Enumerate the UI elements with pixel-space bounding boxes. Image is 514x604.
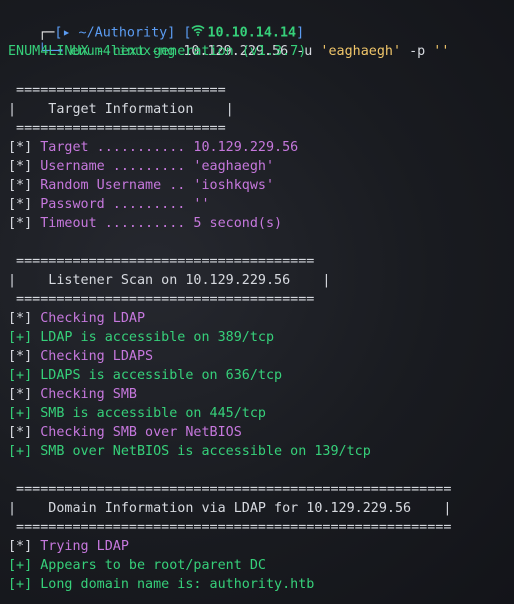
section-rule: ========================================…: [8, 482, 452, 497]
status-tag: [*]: [8, 197, 33, 212]
status-tag: [+]: [8, 558, 33, 573]
section-rule: =====================================: [8, 254, 315, 269]
info-value: 10.129.229.56: [185, 140, 299, 155]
scan-text: LDAP is accessible on 389/tcp: [32, 330, 275, 345]
scan-text: SMB over NetBIOS is accessible on 139/tc…: [32, 444, 371, 459]
status-tag: [+]: [8, 444, 33, 459]
info-label: Target ...........: [32, 140, 186, 155]
terminal-window[interactable]: ┌─[▸ ~/Authority] [10.10.14.14] └─╼ enum…: [0, 0, 514, 604]
scan-line: [+] LDAPS is accessible on 636/tcp: [8, 366, 282, 385]
domain-text: Long domain name is: authority.htb: [32, 577, 315, 592]
scan-line: [*] Checking LDAP: [8, 309, 145, 328]
scan-text: Checking LDAPS: [32, 349, 154, 364]
scan-text: Checking SMB: [32, 387, 137, 402]
info-value: '': [185, 197, 210, 212]
status-tag: [+]: [8, 368, 33, 383]
domain-line: [+] Appears to be root/parent DC: [8, 556, 266, 575]
status-tag: [*]: [8, 311, 33, 326]
info-label: Username .........: [32, 159, 186, 174]
scan-line: [+] SMB over NetBIOS is accessible on 13…: [8, 442, 371, 461]
status-tag: [*]: [8, 216, 33, 231]
info-value: 'eaghaegh': [185, 159, 275, 174]
domain-text: Trying LDAP: [32, 539, 129, 554]
status-tag: [+]: [8, 406, 33, 421]
info-label: Timeout ..........: [32, 216, 186, 231]
status-tag: [*]: [8, 539, 33, 554]
scan-line: [+] LDAP is accessible on 389/tcp: [8, 328, 274, 347]
scan-line: [+] SMB is accessible on 445/tcp: [8, 404, 266, 423]
section-rule: ========================================…: [8, 520, 452, 535]
status-tag: [*]: [8, 387, 33, 402]
scan-text: SMB is accessible on 445/tcp: [32, 406, 266, 421]
info-label: Random Username ..: [32, 178, 186, 193]
status-tag: [*]: [8, 425, 33, 440]
status-tag: [*]: [8, 349, 33, 364]
section-title: | Listener Scan on 10.129.229.56 |: [8, 273, 331, 288]
section-rule: =====================================: [8, 292, 315, 307]
domain-line: [+] Long domain name is: authority.htb: [8, 575, 314, 594]
section-title: | Target Information |: [8, 102, 234, 117]
command-line: └─╼ enum4linux-ng 10.129.229.56 -u 'eagh…: [6, 23, 449, 59]
info-label: Password .........: [32, 197, 186, 212]
command-flag: -p: [401, 44, 426, 59]
tool-banner: ENUM4LINUX - next generation (v1.3.7): [8, 44, 307, 59]
scan-text: Checking LDAP: [32, 311, 146, 326]
scan-text: Checking SMB over NetBIOS: [32, 425, 242, 440]
status-tag: [*]: [8, 140, 33, 155]
scan-text: LDAPS is accessible on 636/tcp: [32, 368, 283, 383]
status-tag: [+]: [8, 330, 33, 345]
section-rule: ==========================: [8, 121, 226, 136]
target-info-row: [*] Target ........... 10.129.229.56: [8, 138, 298, 157]
section-rule: ==========================: [8, 83, 226, 98]
scan-line: [*] Checking SMB over NetBIOS: [8, 423, 242, 442]
status-tag: [*]: [8, 178, 33, 193]
prompt-line: ┌─[▸ ~/Authority] [10.10.14.14]: [6, 4, 304, 41]
target-info-row: [*] Random Username .. 'ioshkqws': [8, 176, 274, 195]
info-value: 'ioshkqws': [185, 178, 275, 193]
scan-line: [*] Checking SMB: [8, 385, 137, 404]
command-pass-value: '': [425, 44, 450, 59]
info-value: 5 second(s): [185, 216, 283, 231]
command-user-value: 'eaghaegh': [312, 44, 402, 59]
domain-line: [*] Trying LDAP: [8, 537, 129, 556]
status-tag: [+]: [8, 577, 33, 592]
section-title: | Domain Information via LDAP for 10.129…: [8, 501, 452, 516]
domain-text: Appears to be root/parent DC: [32, 558, 266, 573]
scan-line: [*] Checking LDAPS: [8, 347, 153, 366]
target-info-row: [*] Timeout .......... 5 second(s): [8, 214, 282, 233]
target-info-row: [*] Username ......... 'eaghaegh': [8, 157, 274, 176]
target-info-row: [*] Password ......... '': [8, 195, 210, 214]
status-tag: [*]: [8, 159, 33, 174]
